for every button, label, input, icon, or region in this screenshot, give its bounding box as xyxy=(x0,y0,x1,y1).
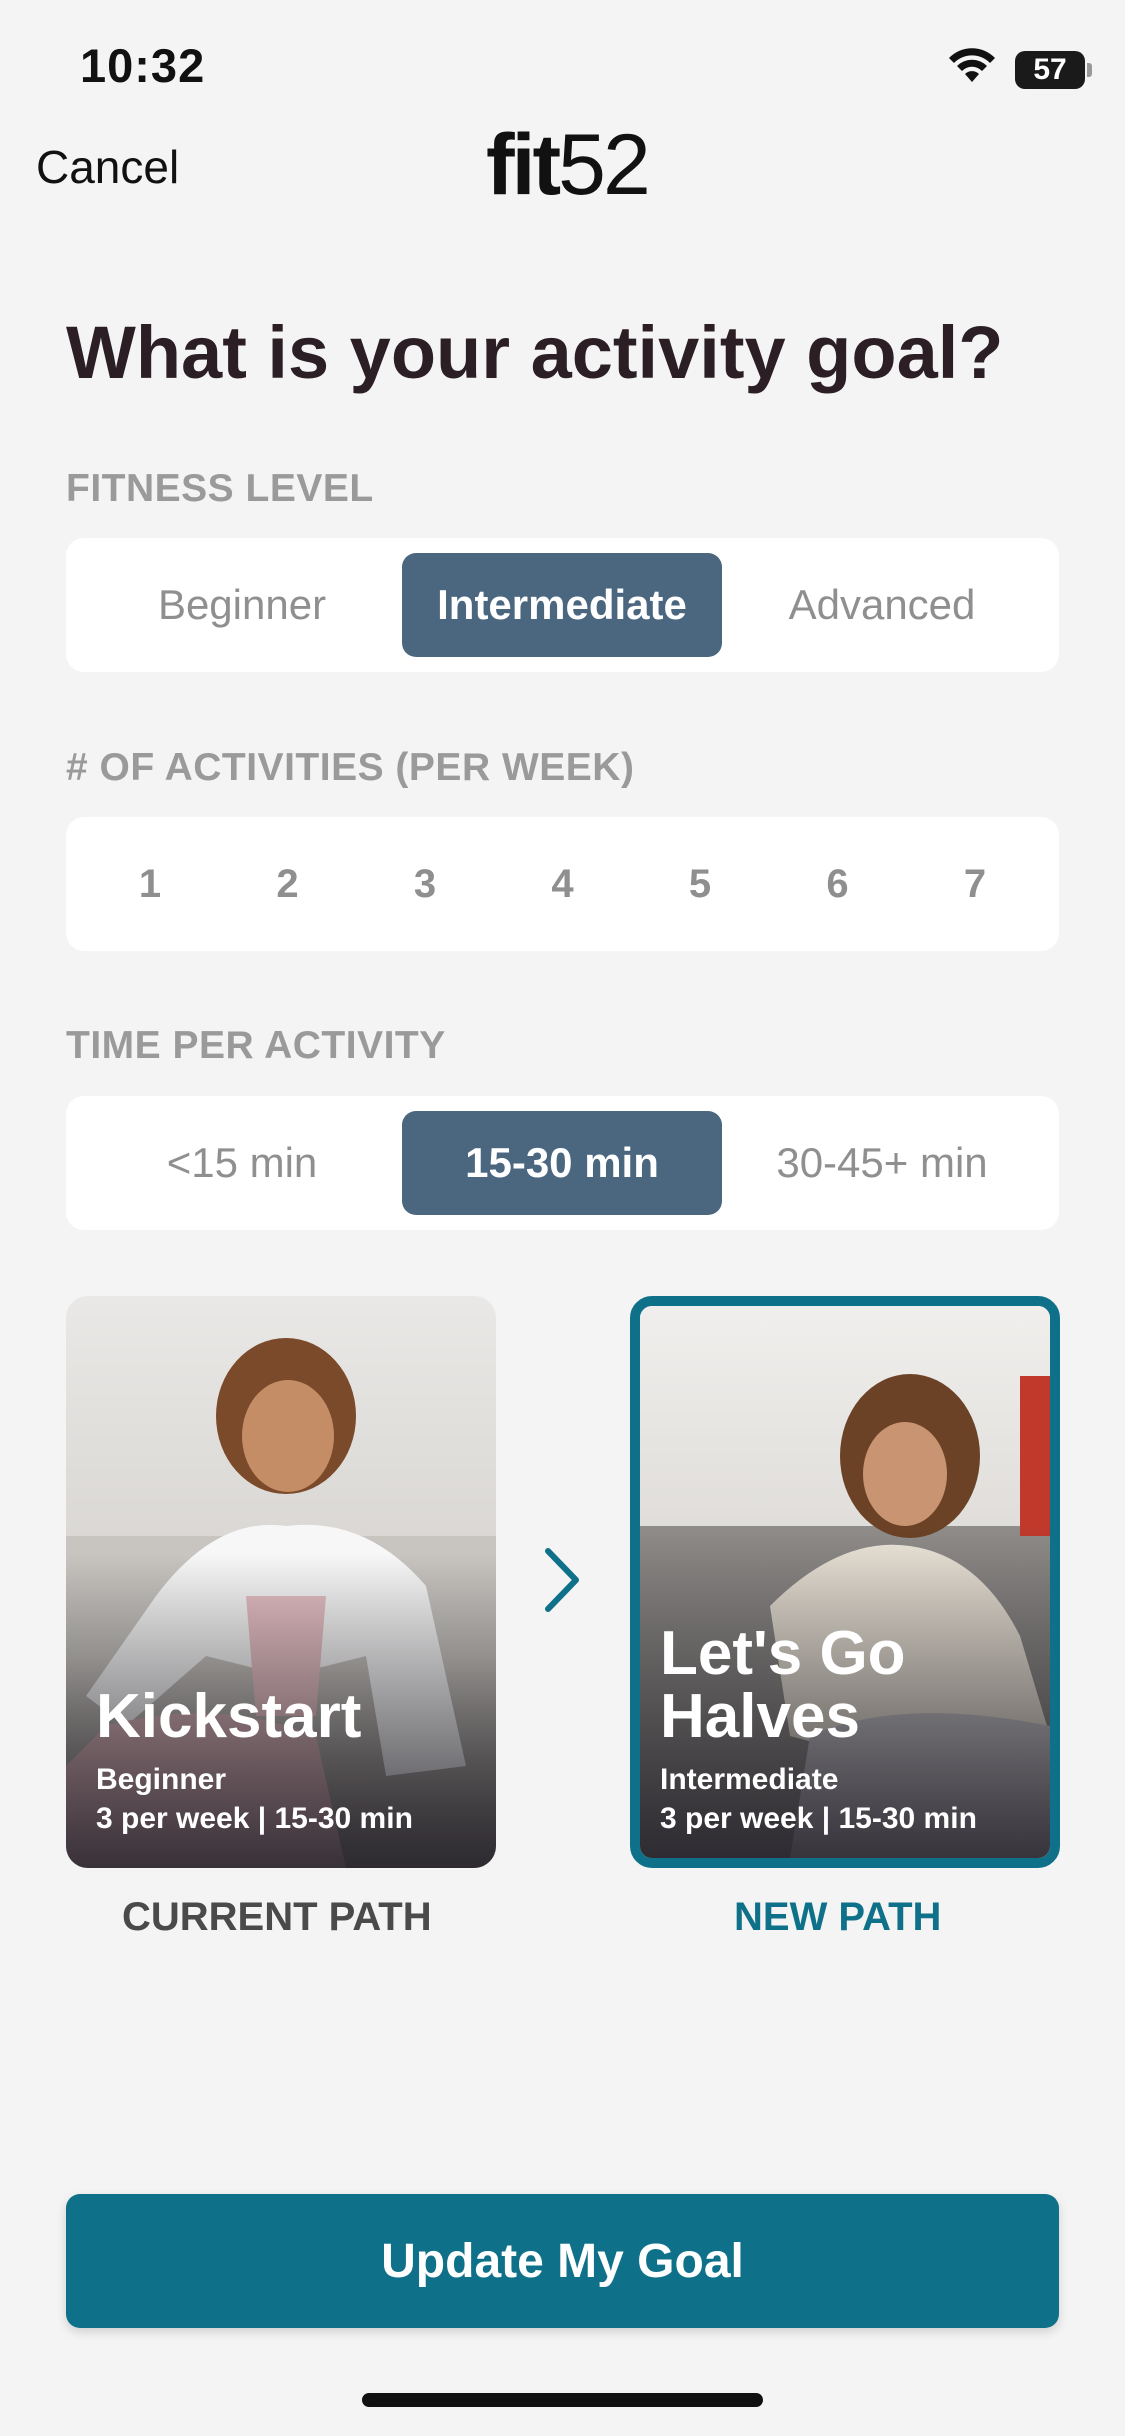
logo-number: 52 xyxy=(558,117,651,213)
new-path-caption: NEW PATH xyxy=(734,1895,942,1939)
time-option-under-15[interactable]: <15 min xyxy=(82,1111,402,1215)
new-path-level: Intermediate xyxy=(660,1763,839,1796)
time-option-30-45[interactable]: 30-45+ min xyxy=(722,1111,1042,1215)
current-path-card[interactable]: Kickstart Beginner 3 per week | 15-30 mi… xyxy=(66,1296,496,1868)
activities-selector: 1 2 3 4 5 6 7 xyxy=(66,817,1059,951)
new-path-title: Let's Go Halves xyxy=(660,1618,977,1751)
activities-option-2[interactable]: 2 xyxy=(258,862,318,907)
status-time: 10:32 xyxy=(80,39,206,92)
time-option-15-30[interactable]: 15-30 min xyxy=(402,1111,722,1215)
chevron-right-icon xyxy=(540,1545,584,1620)
activities-option-1[interactable]: 1 xyxy=(120,862,180,907)
current-path-caption: CURRENT PATH xyxy=(122,1895,432,1939)
app-logo: fit52 xyxy=(486,122,651,208)
fitness-option-beginner[interactable]: Beginner xyxy=(82,553,402,657)
activities-label: # OF ACTIVITIES (PER WEEK) xyxy=(66,746,635,789)
cancel-button[interactable]: Cancel xyxy=(36,140,179,194)
new-path-card[interactable]: Let's Go Halves Intermediate 3 per week … xyxy=(630,1296,1060,1868)
activities-option-6[interactable]: 6 xyxy=(808,862,868,907)
time-per-activity-selector: <15 min 15-30 min 30-45+ min xyxy=(66,1096,1059,1230)
new-path-info: Let's Go Halves Intermediate 3 per week … xyxy=(660,1618,977,1838)
activities-option-5[interactable]: 5 xyxy=(670,862,730,907)
page-title: What is your activity goal? xyxy=(66,311,1004,394)
fitness-option-intermediate[interactable]: Intermediate xyxy=(402,553,722,657)
current-path-level: Beginner xyxy=(96,1763,227,1796)
nav-bar: Cancel fit52 xyxy=(0,122,1125,210)
current-path-title: Kickstart xyxy=(96,1681,362,1751)
activities-option-3[interactable]: 3 xyxy=(395,862,455,907)
new-path-schedule: 3 per week | 15-30 min xyxy=(660,1802,977,1835)
update-goal-button[interactable]: Update My Goal xyxy=(66,2194,1059,2328)
battery-icon: 57 xyxy=(1015,50,1092,89)
new-path-title-line1: Let's Go xyxy=(660,1618,906,1688)
current-path-schedule: 3 per week | 15-30 min xyxy=(96,1802,413,1835)
activities-option-4[interactable]: 4 xyxy=(533,862,593,907)
time-per-activity-label: TIME PER ACTIVITY xyxy=(66,1024,446,1067)
current-path-info: Kickstart Beginner 3 per week | 15-30 mi… xyxy=(96,1685,413,1838)
new-path-title-line2: Halves xyxy=(660,1681,860,1751)
battery-level: 57 xyxy=(1033,52,1067,86)
activities-option-7[interactable]: 7 xyxy=(945,862,1005,907)
wifi-icon xyxy=(947,48,997,91)
fitness-level-label: FITNESS LEVEL xyxy=(66,467,374,510)
logo-fit: fit xyxy=(486,117,561,213)
fitness-level-selector: Beginner Intermediate Advanced xyxy=(66,538,1059,672)
fitness-option-advanced[interactable]: Advanced xyxy=(722,553,1042,657)
status-icons: 57 xyxy=(947,48,1092,91)
status-bar: 10:32 57 xyxy=(0,0,1125,130)
home-indicator xyxy=(362,2393,763,2407)
